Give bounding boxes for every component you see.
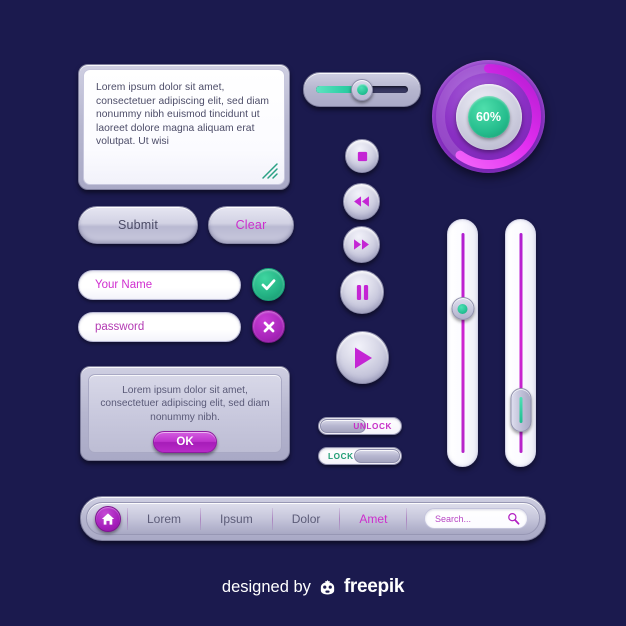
pause-icon xyxy=(356,284,368,300)
vertical-slider-2-knob[interactable] xyxy=(510,388,531,432)
footer-brand: freepik xyxy=(343,576,405,597)
fast-forward-icon xyxy=(354,239,369,250)
name-input[interactable]: Your Name xyxy=(78,270,241,300)
password-input-value: password xyxy=(95,321,145,333)
vertical-slider-1-knob[interactable] xyxy=(451,297,474,320)
footer: designed by freepik xyxy=(0,576,626,598)
rewind-button[interactable] xyxy=(343,183,380,220)
fast-forward-button[interactable] xyxy=(343,226,380,263)
navbar: Lorem Ipsum Dolor Amet Search... xyxy=(80,496,546,541)
confirm-button[interactable] xyxy=(252,268,285,301)
lock-toggle[interactable]: LOCK xyxy=(318,447,402,465)
submit-button-label: Submit xyxy=(117,218,159,232)
submit-button[interactable]: Submit xyxy=(78,206,198,244)
rewind-icon xyxy=(354,196,369,207)
horizontal-slider[interactable] xyxy=(303,72,421,107)
textarea-text: Lorem ipsum dolor sit amet, consectetuer… xyxy=(96,82,272,148)
dialog-text: Lorem ipsum dolor sit amet, consectetuer… xyxy=(100,385,270,423)
nav-separator xyxy=(406,507,408,530)
search-input-value: Search... xyxy=(435,513,472,524)
nav-item-lorem[interactable]: Lorem xyxy=(128,512,200,526)
cancel-button[interactable] xyxy=(252,310,285,343)
progress-dial[interactable]: 60% xyxy=(432,60,545,173)
unlock-toggle-label: UNLOCK xyxy=(353,421,392,431)
play-button[interactable] xyxy=(336,331,389,384)
lock-toggle-label: LOCK xyxy=(328,451,354,461)
pause-button[interactable] xyxy=(340,270,384,314)
home-button[interactable] xyxy=(95,505,121,532)
play-icon xyxy=(354,347,372,368)
name-input-value: Your Name xyxy=(95,279,153,291)
home-icon xyxy=(101,512,115,525)
search-icon[interactable] xyxy=(507,512,520,525)
password-input[interactable]: password xyxy=(78,312,241,342)
vertical-slider-1-track[interactable] xyxy=(461,233,464,453)
search-input[interactable]: Search... xyxy=(424,508,528,529)
freepik-logo-icon xyxy=(320,579,335,595)
dialog-card: Lorem ipsum dolor sit amet, consectetuer… xyxy=(80,366,290,461)
vertical-slider-2[interactable] xyxy=(505,219,536,467)
clear-button[interactable]: Clear xyxy=(208,206,294,244)
footer-text: designed by xyxy=(221,577,311,596)
unlock-toggle[interactable]: UNLOCK xyxy=(318,417,402,435)
progress-value-label: 60% xyxy=(467,95,510,138)
stop-icon xyxy=(357,151,367,161)
horizontal-slider-track[interactable] xyxy=(316,78,408,101)
horizontal-slider-knob[interactable] xyxy=(351,78,373,101)
resize-grip-icon[interactable] xyxy=(259,160,279,180)
progress-ring-inner: 60% xyxy=(455,83,522,150)
close-icon xyxy=(263,321,274,332)
clear-button-label: Clear xyxy=(235,218,267,232)
vertical-slider-1[interactable] xyxy=(447,219,478,467)
nav-item-dolor[interactable]: Dolor xyxy=(273,512,340,526)
ui-kit-canvas: Lorem ipsum dolor sit amet, consectetuer… xyxy=(0,0,626,626)
ok-button[interactable]: OK xyxy=(153,430,217,453)
nav-item-amet[interactable]: Amet xyxy=(340,512,406,526)
stop-button[interactable] xyxy=(345,139,379,173)
textarea-input[interactable]: Lorem ipsum dolor sit amet, consectetuer… xyxy=(83,69,285,185)
navbar-inner: Lorem Ipsum Dolor Amet Search... xyxy=(86,502,540,535)
ok-button-label: OK xyxy=(176,435,194,448)
nav-item-ipsum[interactable]: Ipsum xyxy=(201,512,272,526)
check-icon xyxy=(261,279,276,291)
dialog-body: Lorem ipsum dolor sit amet, consectetuer… xyxy=(88,374,282,453)
textarea-card: Lorem ipsum dolor sit amet, consectetuer… xyxy=(78,64,290,190)
